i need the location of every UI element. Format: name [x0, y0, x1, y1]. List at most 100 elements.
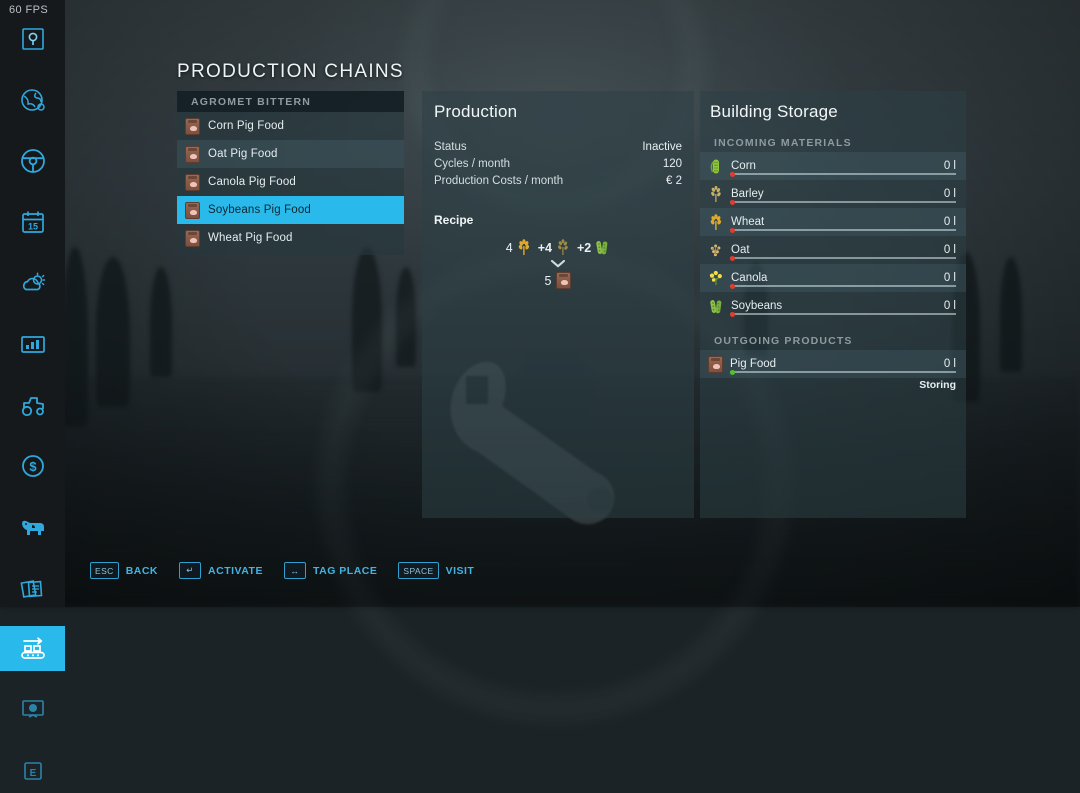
pig-food-sack-icon [185, 202, 200, 219]
list-item[interactable]: Wheat Pig Food [177, 224, 404, 252]
stat-row-costs: Production Costs / month € 2 [434, 172, 682, 189]
recipe-input-amount: 4 [506, 241, 513, 255]
fps-counter: 60 FPS [9, 4, 48, 16]
background-tree [96, 257, 130, 407]
fill-level-dot [730, 256, 735, 261]
list-item[interactable]: Oat Pig Food [177, 140, 404, 168]
storage-row[interactable]: Pig Food 0 l [700, 350, 966, 378]
stat-value: Inactive [642, 141, 682, 153]
production-panel: Production Status Inactive Cycles / mont… [422, 91, 694, 518]
sun-cloud-icon [18, 268, 48, 298]
storage-row[interactable]: Soybeans 0 l [700, 292, 966, 320]
corn-icon [708, 158, 724, 175]
help-bar: ESC BACK ↵ ACTIVATE ↔ TAG PLACE SPACE VI… [90, 562, 474, 579]
oat-icon [708, 242, 724, 259]
fill-level-dot [730, 172, 735, 177]
stat-label: Status [434, 141, 467, 153]
sidebar-item-machines[interactable] [0, 382, 65, 427]
dollar-coin-icon: $ [18, 451, 48, 481]
storage-row-name: Corn [731, 160, 944, 172]
building-storage-panel: Building Storage INCOMING MATERIALS Corn… [700, 91, 966, 518]
sidebar-item-animals[interactable] [0, 504, 65, 549]
sidebar-item-calendar[interactable]: 15 [0, 199, 65, 244]
stat-row-status: Status Inactive [434, 138, 682, 155]
recipe-output-amount: 5 [545, 274, 552, 288]
storage-row-amount: 0 l [944, 244, 956, 256]
storage-row-name: Canola [731, 272, 944, 284]
list-item[interactable]: Canola Pig Food [177, 168, 404, 196]
list-item-label: Soybeans Pig Food [208, 204, 311, 216]
sidebar: 15 $ [0, 0, 65, 607]
wheat-icon [516, 239, 532, 256]
fill-bar [730, 313, 956, 315]
storage-status-text: Storing [700, 378, 966, 391]
sidebar-item-contracts[interactable] [0, 565, 65, 610]
fill-level-dot [730, 312, 735, 317]
fill-level-dot [730, 370, 735, 375]
key-badge: SPACE [398, 562, 438, 579]
soybeans-icon [708, 298, 724, 315]
page-title: PRODUCTION CHAINS [177, 61, 404, 83]
sidebar-item-presentation[interactable] [0, 687, 65, 732]
storage-row-amount: 0 l [944, 300, 956, 312]
quest-marker-icon [18, 24, 48, 54]
storage-row[interactable]: Wheat 0 l [700, 208, 966, 236]
sidebar-item-settings[interactable]: E [0, 748, 65, 793]
recipe-inputs: 4 +4 [506, 239, 610, 256]
stat-row-cycles: Cycles / month 120 [434, 155, 682, 172]
fill-bar [730, 201, 956, 203]
list-item-label: Oat Pig Food [208, 148, 278, 160]
storage-row[interactable]: Corn 0 l [700, 152, 966, 180]
e-key-icon: E [18, 756, 48, 786]
key-badge: ↔ [284, 562, 306, 579]
storage-row[interactable]: Oat 0 l [700, 236, 966, 264]
storage-row[interactable]: Barley 0 l [700, 180, 966, 208]
fill-bar [730, 173, 956, 175]
canola-icon [708, 270, 724, 287]
fill-level-dot [730, 200, 735, 205]
steering-wheel-icon [18, 146, 48, 176]
stat-value: € 2 [666, 175, 682, 187]
sidebar-item-vehicles[interactable] [0, 138, 65, 183]
list-item-selected[interactable]: Soybeans Pig Food [177, 196, 404, 224]
help-item-back[interactable]: ESC BACK [90, 562, 158, 579]
globe-map-icon [18, 85, 48, 115]
storage-row[interactable]: Canola 0 l [700, 264, 966, 292]
chevron-down-icon [549, 258, 567, 269]
help-item-activate[interactable]: ↵ ACTIVATE [179, 562, 263, 579]
help-item-visit[interactable]: SPACE VISIT [398, 562, 474, 579]
production-chain-list: AGROMET BITTERN Corn Pig Food Oat Pig Fo… [177, 91, 404, 255]
fill-bar [730, 229, 956, 231]
outgoing-products-header: OUTGOING PRODUCTS [700, 331, 966, 350]
bar-chart-icon [18, 329, 48, 359]
svg-text:$: $ [29, 459, 37, 474]
sidebar-item-weather[interactable] [0, 260, 65, 305]
recipe-input-amount: +4 [538, 241, 552, 255]
production-panel-title: Production [422, 91, 694, 122]
background-tree [62, 247, 88, 427]
recipe-output: 5 [545, 272, 572, 289]
sidebar-item-quests[interactable] [0, 16, 65, 61]
help-item-tag-place[interactable]: ↔ TAG PLACE [284, 562, 377, 579]
sidebar-item-statistics[interactable] [0, 321, 65, 366]
sidebar-item-finances[interactable]: $ [0, 443, 65, 488]
sidebar-item-map[interactable] [0, 77, 65, 122]
storage-row-amount: 0 l [944, 272, 956, 284]
background-tree [1000, 257, 1022, 372]
help-label: ACTIVATE [208, 565, 263, 577]
fill-bar [730, 257, 956, 259]
oat-icon [555, 239, 571, 256]
stat-label: Cycles / month [434, 158, 510, 170]
storage-row-amount: 0 l [944, 358, 956, 370]
list-item-label: Corn Pig Food [208, 120, 284, 132]
fill-bar [730, 371, 956, 373]
storage-row-name: Barley [731, 188, 944, 200]
storage-row-name: Soybeans [731, 300, 944, 312]
pig-food-sack-icon [185, 174, 200, 191]
list-item[interactable]: Corn Pig Food [177, 112, 404, 140]
storage-row-name: Pig Food [730, 358, 944, 370]
sidebar-item-production[interactable] [0, 626, 65, 671]
pig-food-sack-icon [556, 272, 571, 289]
incoming-materials-header: INCOMING MATERIALS [700, 133, 966, 152]
tractor-icon [18, 390, 48, 420]
